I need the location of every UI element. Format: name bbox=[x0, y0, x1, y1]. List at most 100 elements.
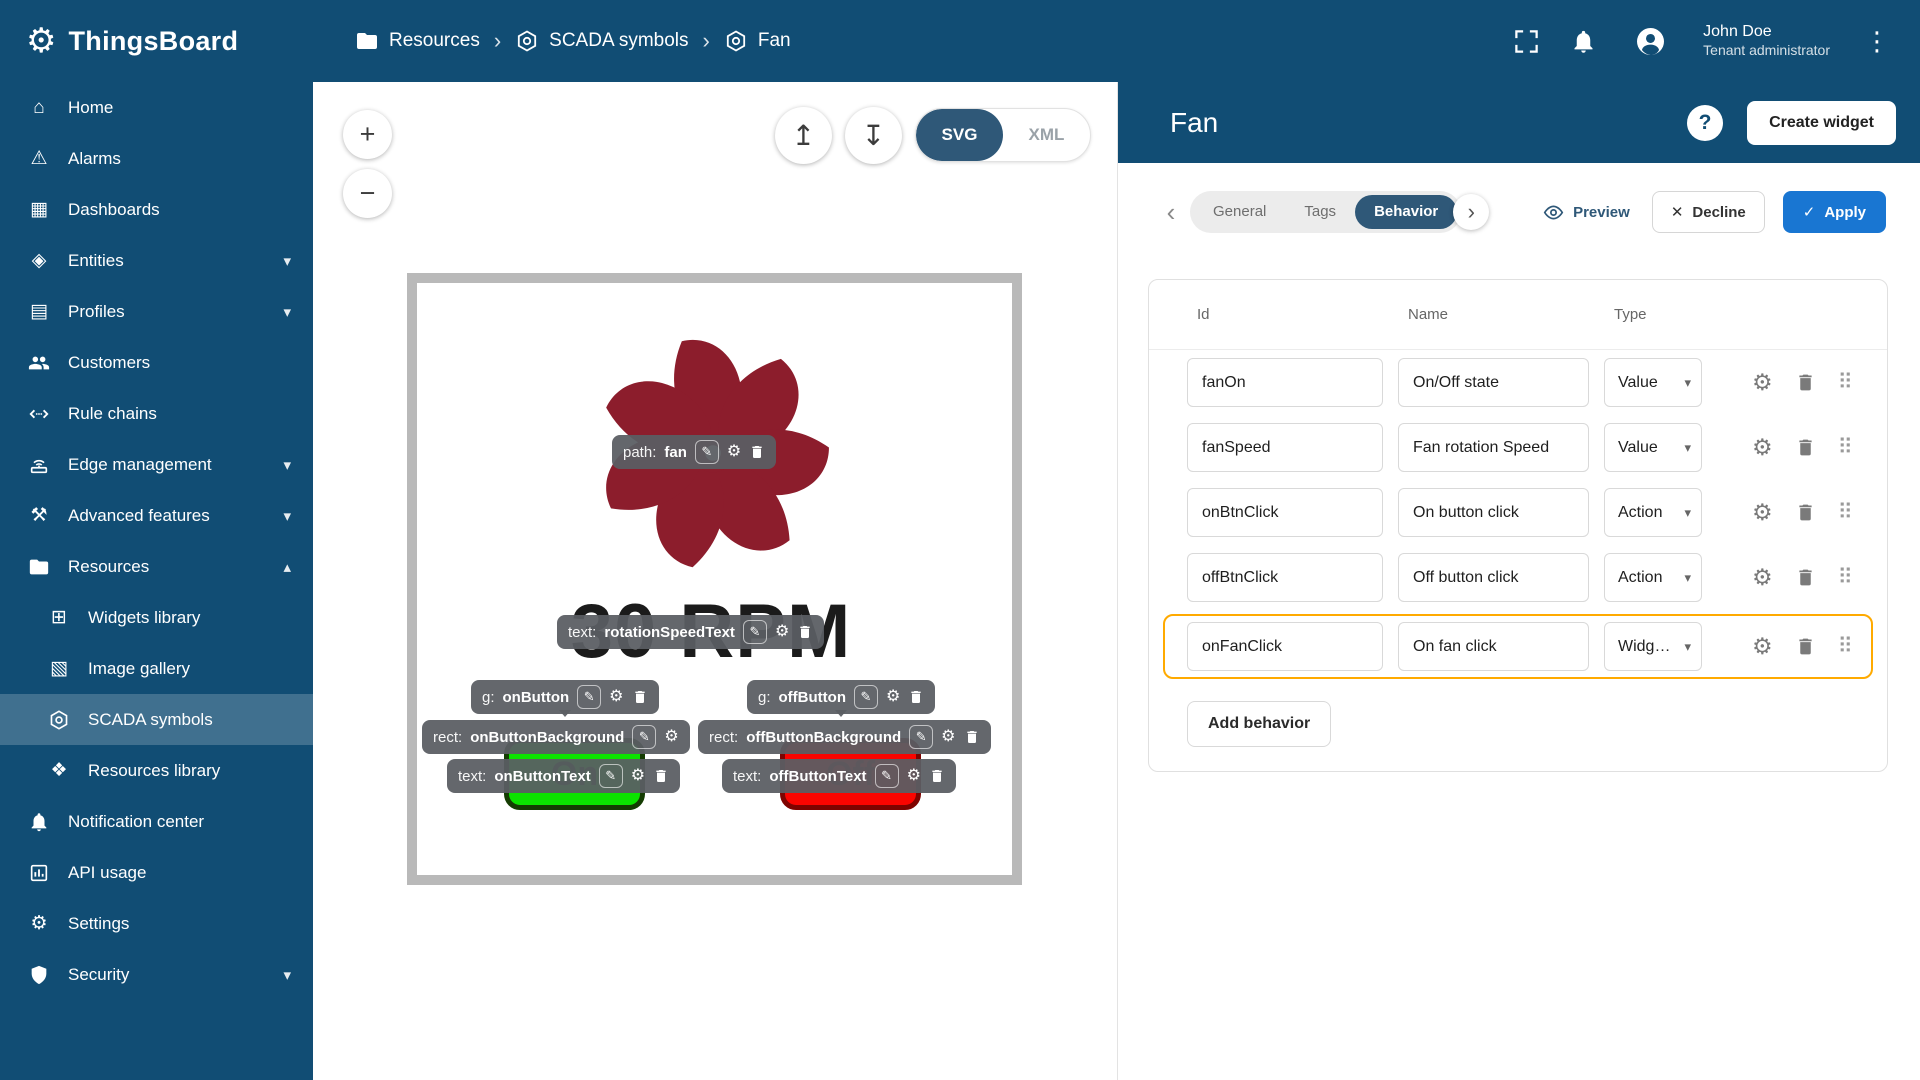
drag-handle[interactable]: ⠿ bbox=[1838, 567, 1853, 588]
sidebar-item-rule-chains[interactable]: Rule chains bbox=[0, 388, 313, 439]
trash-icon[interactable] bbox=[632, 689, 648, 705]
behavior-type-select[interactable]: Widg… ▾ bbox=[1604, 622, 1702, 671]
gear-icon[interactable]: ⚙ bbox=[1752, 566, 1773, 589]
gear-icon[interactable]: ⚙ bbox=[1752, 501, 1773, 524]
sidebar-item-scada-symbols[interactable]: SCADA symbols bbox=[0, 694, 313, 745]
trash-icon[interactable] bbox=[1795, 636, 1816, 657]
tab-behavior[interactable]: Behavior bbox=[1355, 195, 1457, 229]
edit-icon[interactable]: ✎ bbox=[695, 440, 719, 464]
preview-button[interactable]: Preview bbox=[1543, 202, 1630, 223]
zoom-in-button[interactable]: + bbox=[343, 110, 392, 159]
toggle-svg[interactable]: SVG bbox=[916, 109, 1003, 161]
trash-icon[interactable] bbox=[1795, 502, 1816, 523]
create-widget-button[interactable]: Create widget bbox=[1747, 101, 1896, 145]
behavior-name-field[interactable] bbox=[1398, 423, 1589, 472]
kebab-menu-icon[interactable]: ⋮ bbox=[1860, 26, 1894, 57]
sidebar-item-resources-library[interactable]: ❖ Resources library bbox=[0, 745, 313, 796]
trash-icon[interactable] bbox=[1795, 437, 1816, 458]
upload-button[interactable]: ↥ bbox=[775, 107, 832, 164]
sidebar-item-alarms[interactable]: ⚠ Alarms bbox=[0, 133, 313, 184]
gear-icon[interactable]: ⚙ bbox=[664, 729, 678, 745]
breadcrumb-fan[interactable]: Fan bbox=[724, 29, 791, 53]
edit-icon[interactable]: ✎ bbox=[632, 725, 656, 749]
behavior-id-field[interactable] bbox=[1187, 553, 1383, 602]
sidebar-item-profiles[interactable]: ▤ Profiles ▾ bbox=[0, 286, 313, 337]
drag-handle[interactable]: ⠿ bbox=[1838, 437, 1853, 458]
sidebar-item-customers[interactable]: Customers bbox=[0, 337, 313, 388]
fullscreen-icon[interactable] bbox=[1513, 28, 1540, 55]
sidebar-item-advanced-features[interactable]: ⚒ Advanced features ▾ bbox=[0, 490, 313, 541]
trash-icon[interactable] bbox=[1795, 567, 1816, 588]
trash-icon[interactable] bbox=[797, 624, 813, 640]
behavior-id-field[interactable] bbox=[1187, 423, 1383, 472]
zoom-out-button[interactable]: − bbox=[343, 169, 392, 218]
edit-icon[interactable]: ✎ bbox=[854, 685, 878, 709]
edit-icon[interactable]: ✎ bbox=[599, 764, 623, 788]
trash-icon[interactable] bbox=[964, 729, 980, 745]
behavior-id-field[interactable] bbox=[1187, 488, 1383, 537]
symbol-details-panel: Fan ? Create widget ‹ General Tags Behav… bbox=[1117, 82, 1920, 1080]
behavior-id-field[interactable] bbox=[1187, 358, 1383, 407]
entities-icon: ◈ bbox=[26, 249, 52, 272]
tab-general[interactable]: General bbox=[1194, 195, 1285, 229]
edit-icon[interactable]: ✎ bbox=[743, 620, 767, 644]
sidebar-item-image-gallery[interactable]: ▧ Image gallery bbox=[0, 643, 313, 694]
behavior-type-select[interactable]: Action ▾ bbox=[1604, 553, 1702, 602]
apply-button[interactable]: ✓ Apply bbox=[1783, 191, 1886, 233]
gear-icon[interactable]: ⚙ bbox=[609, 689, 623, 705]
sidebar-item-entities[interactable]: ◈ Entities ▾ bbox=[0, 235, 313, 286]
toggle-xml[interactable]: XML bbox=[1003, 109, 1090, 161]
download-button[interactable]: ↧ bbox=[845, 107, 902, 164]
user-avatar[interactable] bbox=[1627, 18, 1673, 64]
edit-icon[interactable]: ✎ bbox=[577, 685, 601, 709]
trash-icon[interactable] bbox=[653, 768, 669, 784]
gear-icon[interactable]: ⚙ bbox=[907, 768, 921, 784]
gear-icon[interactable]: ⚙ bbox=[1752, 436, 1773, 459]
gear-icon[interactable]: ⚙ bbox=[631, 768, 645, 784]
behavior-name-field[interactable] bbox=[1398, 358, 1589, 407]
behavior-type-select[interactable]: Value ▾ bbox=[1604, 358, 1702, 407]
breadcrumb-resources[interactable]: Resources bbox=[355, 29, 480, 53]
gear-icon[interactable]: ⚙ bbox=[941, 729, 955, 745]
behavior-name-field[interactable] bbox=[1398, 622, 1589, 671]
tabs-scroll-right-icon[interactable]: › bbox=[1453, 194, 1489, 230]
add-behavior-button[interactable]: Add behavior bbox=[1187, 701, 1331, 747]
tabs-scroll-left-icon[interactable]: ‹ bbox=[1158, 197, 1184, 228]
breadcrumb-scada-symbols[interactable]: SCADA symbols bbox=[515, 29, 688, 53]
sidebar-item-widgets-library[interactable]: ⊞ Widgets library bbox=[0, 592, 313, 643]
trash-icon[interactable] bbox=[908, 689, 924, 705]
edit-icon[interactable]: ✎ bbox=[909, 725, 933, 749]
drag-handle[interactable]: ⠿ bbox=[1838, 636, 1853, 657]
behavior-id-field[interactable] bbox=[1187, 622, 1383, 671]
gear-icon[interactable]: ⚙ bbox=[775, 624, 789, 640]
sidebar-item-notification-center[interactable]: Notification center bbox=[0, 796, 313, 847]
sidebar-item-dashboards[interactable]: ▦ Dashboards bbox=[0, 184, 313, 235]
folder-icon bbox=[26, 556, 52, 578]
trash-icon[interactable] bbox=[1795, 372, 1816, 393]
gear-icon[interactable]: ⚙ bbox=[886, 689, 900, 705]
behavior-type-select[interactable]: Value ▾ bbox=[1604, 423, 1702, 472]
behavior-type-select[interactable]: Action ▾ bbox=[1604, 488, 1702, 537]
help-icon[interactable]: ? bbox=[1687, 105, 1723, 141]
thingsboard-logo[interactable]: ⚙ ThingsBoard bbox=[0, 24, 313, 58]
sidebar-item-resources[interactable]: Resources ▴ bbox=[0, 541, 313, 592]
gear-icon[interactable]: ⚙ bbox=[727, 444, 741, 460]
sidebar-item-home[interactable]: ⌂ Home bbox=[0, 82, 313, 133]
behavior-name-field[interactable] bbox=[1398, 488, 1589, 537]
drag-handle[interactable]: ⠿ bbox=[1838, 502, 1853, 523]
tab-tags[interactable]: Tags bbox=[1285, 195, 1355, 229]
behavior-name-field[interactable] bbox=[1398, 553, 1589, 602]
sidebar-item-settings[interactable]: ⚙ Settings bbox=[0, 898, 313, 949]
notifications-bell-icon[interactable] bbox=[1570, 28, 1597, 55]
trash-icon[interactable] bbox=[749, 444, 765, 460]
gear-icon[interactable]: ⚙ bbox=[1752, 371, 1773, 394]
sidebar-item-edge-management[interactable]: Edge management ▾ bbox=[0, 439, 313, 490]
sidebar-item-security[interactable]: Security ▾ bbox=[0, 949, 313, 1000]
gear-icon[interactable]: ⚙ bbox=[1752, 635, 1773, 658]
sidebar-item-api-usage[interactable]: API usage bbox=[0, 847, 313, 898]
drag-handle[interactable]: ⠿ bbox=[1838, 372, 1853, 393]
page-title: Fan bbox=[1170, 107, 1218, 139]
trash-icon[interactable] bbox=[929, 768, 945, 784]
edit-icon[interactable]: ✎ bbox=[875, 764, 899, 788]
decline-button[interactable]: ✕ Decline bbox=[1652, 191, 1765, 233]
